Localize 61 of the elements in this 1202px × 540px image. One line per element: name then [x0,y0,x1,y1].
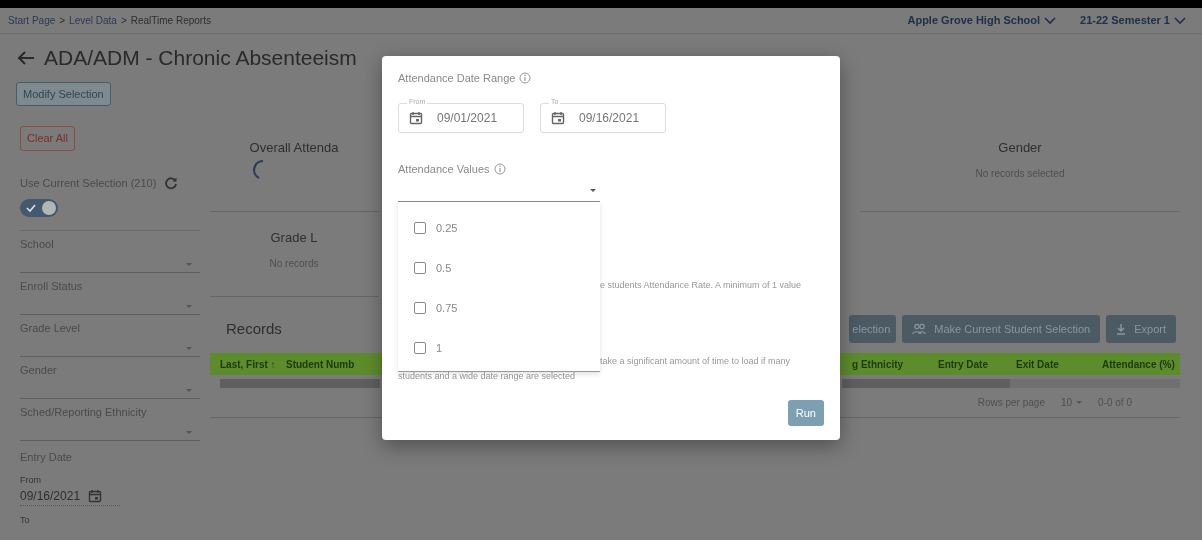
breadcrumb-link[interactable]: Start Page [8,13,56,28]
help-text: e students Attendance Rate. A minimum of 1 value [600,279,803,292]
calendar-icon[interactable] [409,110,423,125]
help-text: students and a wide date range are selected [398,370,577,383]
breadcrumb-text: > [120,14,127,28]
chevron-down-icon [1174,16,1186,25]
caret-down-icon [186,431,192,434]
column-header[interactable]: Entry Date [938,356,1016,372]
dropdown-menu-button[interactable]: 21-22 Semester 1 [1080,12,1186,29]
dropdown-option[interactable]: 0.75 [398,288,600,328]
column-header[interactable]: Exit Date [1016,356,1102,372]
dropdown-option[interactable]: 0.25 [398,208,600,248]
caret-down-icon [1076,401,1083,404]
caret-down-icon [186,305,192,308]
column-header[interactable]: Attendance (%) [1102,356,1180,372]
page-title: ADA/ADM - Chronic Absenteeism [44,45,357,71]
scrollbar-thumb[interactable] [220,379,380,388]
check-icon [26,203,36,213]
field-label: From [20,473,42,487]
refresh-icon[interactable] [164,175,179,190]
section-title: Records [225,319,282,337]
help-text: take a significant amount of time to load if many [600,354,792,368]
checkbox[interactable] [414,262,426,274]
chevron-down-icon [1044,16,1057,25]
dropdown-option[interactable]: 0.5 [398,248,600,288]
caret-down-icon [186,389,192,392]
toggle-switch[interactable] [20,199,58,217]
dropdown-menu-button[interactable]: Apple Grove High School [907,12,1057,29]
dropdown-option[interactable]: 1 [398,328,600,368]
section-label: Attendance Values [398,161,490,177]
section-label: Attendance Date Range [398,71,516,86]
toolbar-button[interactable]: Make Current Student Selection [902,314,1101,344]
column-header[interactable]: Last, First ↑ [210,356,286,372]
toolbar-button[interactable]: Export [1106,314,1176,344]
card-title: Gender [998,139,1042,157]
people-icon [912,323,927,335]
back-arrow-icon[interactable] [16,49,36,66]
breadcrumb-link[interactable]: Level Data [69,13,117,28]
run-button[interactable]: Run [787,399,824,426]
checkbox[interactable] [414,302,426,314]
scrollbar[interactable] [842,379,1180,388]
clear-all-button[interactable]: Clear All [20,126,75,151]
calendar-icon[interactable] [551,110,565,125]
breadcrumb-text: RealTime Reports [130,14,211,28]
caret-down-icon [186,263,192,266]
download-icon [1116,323,1127,335]
checkbox[interactable] [414,342,426,354]
info-icon[interactable] [519,72,532,85]
column-header[interactable]: g Ethnicity [848,356,938,372]
field-label: To [20,514,31,527]
toolbar-button[interactable]: election [849,314,897,344]
caret-down-icon [186,347,192,350]
checkbox[interactable] [414,222,426,234]
date-field[interactable]: 09/16/2021 [20,487,120,506]
info-icon[interactable] [493,162,506,175]
breadcrumb-text: > [59,14,66,28]
calendar-icon[interactable] [88,489,103,503]
modify-selection-button[interactable]: Modify Selection [16,81,111,106]
card-title: Overall Attenda [249,139,339,157]
card-title: Grade L [270,229,318,247]
caret-down-icon [590,189,596,192]
